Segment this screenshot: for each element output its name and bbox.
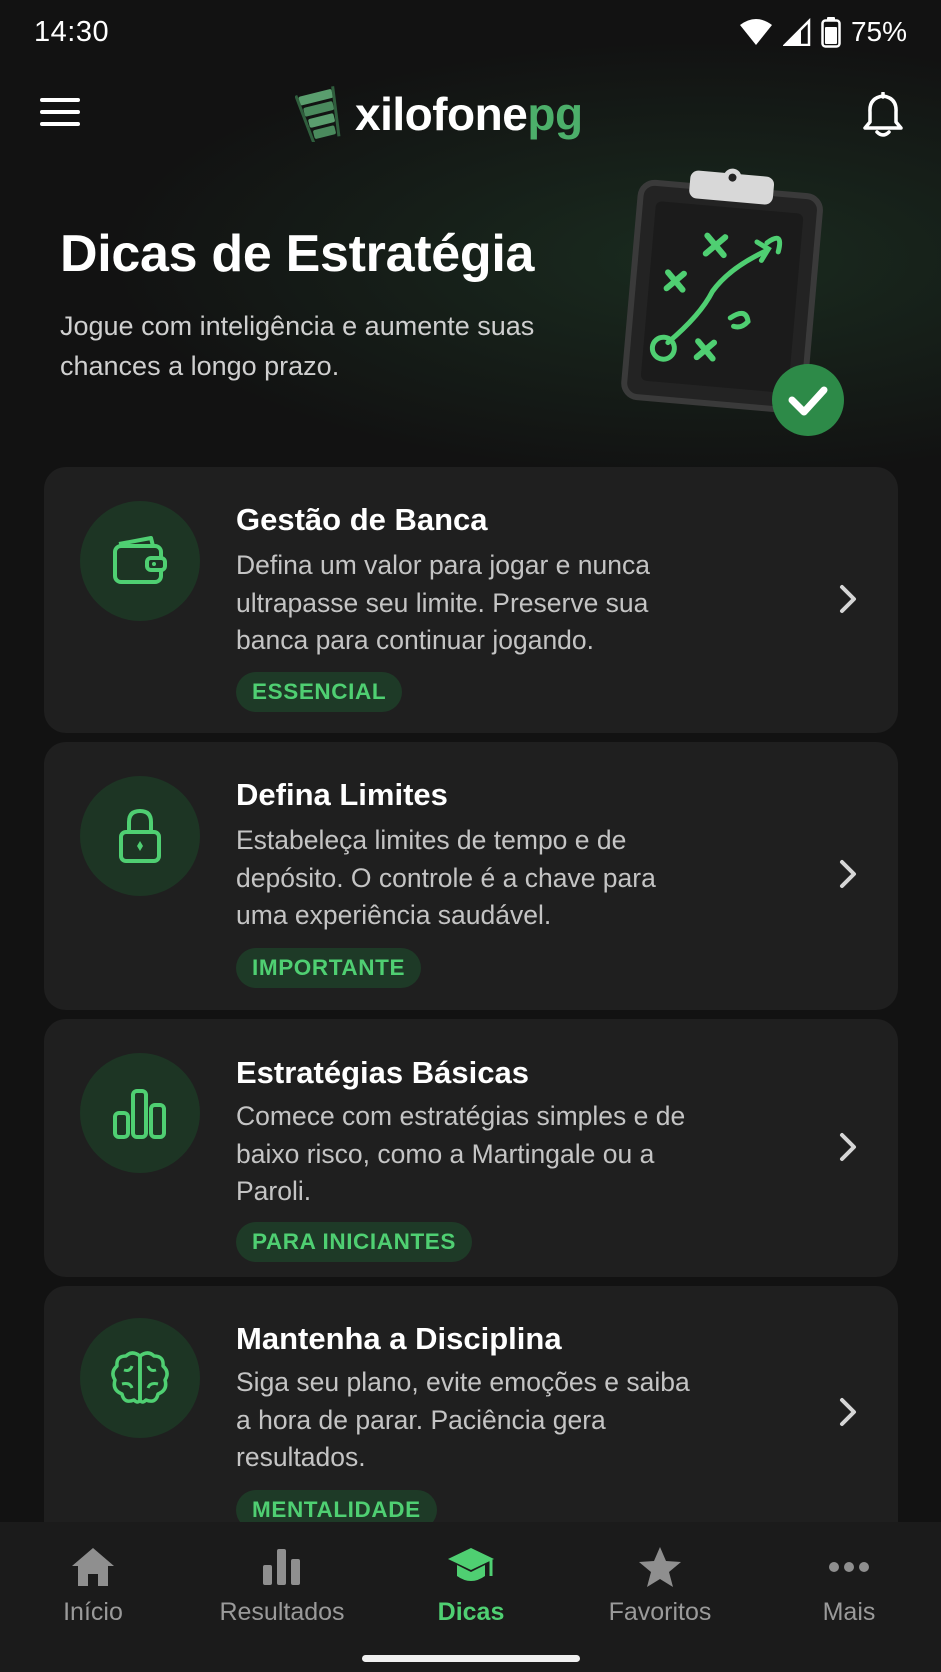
chevron-right-icon [840,1398,856,1426]
home-indicator[interactable] [362,1655,580,1662]
logo-text-accent: pg [527,88,583,140]
brain-icon [111,1351,169,1404]
menu-icon-line [40,122,80,126]
tip-card-discipline[interactable]: Mantenha a Disciplina Siga seu plano, ev… [44,1286,898,1556]
wallet-icon [113,536,167,584]
xylophone-icon [295,86,341,142]
card-title: Estratégias Básicas [236,1055,529,1090]
card-description: Defina um valor para jogar e nunca ultra… [236,550,650,655]
nav-item-inicio[interactable]: Início [13,1544,173,1644]
card-description: Siga seu plano, evite emoções e saiba a … [236,1367,690,1472]
status-time: 14:30 [34,15,110,48]
nav-label: Mais [822,1598,876,1626]
card-title: Gestão de Banca [236,502,488,537]
star-icon [634,1544,686,1590]
graduation-cap-icon [445,1544,497,1590]
nav-item-dicas[interactable]: Dicas [391,1544,551,1644]
nav-item-mais[interactable]: Mais [769,1544,929,1644]
chevron-right-icon [840,1133,856,1161]
card-icon-circle [80,1053,200,1173]
clipboard-strategy-illustration [621,168,844,436]
status-icons: 75% [739,16,907,48]
nav-item-favoritos[interactable]: Favoritos [580,1544,740,1644]
logo-text-main: xilofone [355,88,528,140]
home-icon [67,1544,119,1590]
bell-icon [863,91,903,137]
nav-label: Resultados [219,1598,345,1626]
nav-label: Início [63,1598,123,1626]
card-title: Mantenha a Disciplina [236,1321,562,1356]
tip-card-limits[interactable]: Defina Limites Estabeleça limites de tem… [44,742,898,1010]
app-logo[interactable]: xilofonepg [295,86,583,142]
bar-chart-icon [113,1089,166,1139]
lock-icon [119,808,161,863]
card-tag: IMPORTANTE [236,948,422,988]
nav-item-resultados[interactable]: Resultados [202,1544,362,1644]
notifications-button[interactable] [861,91,905,138]
more-icon [823,1544,875,1590]
card-description: Estabeleça limites de tempo e de depósit… [236,825,656,930]
menu-button[interactable] [40,98,80,130]
card-icon-circle [80,1318,200,1438]
app-bar: xilofonepg [0,76,941,156]
wifi-icon [739,19,772,45]
card-title: Defina Limites [236,777,448,812]
card-icon-circle [80,776,200,896]
card-tag: ESSENCIAL [236,672,403,712]
card-icon-circle [80,501,200,621]
signal-icon [782,18,811,46]
chevron-right-icon [840,585,856,613]
page-subtitle: Jogue com inteligência e aumente suas ch… [60,311,535,381]
menu-icon-line [40,98,80,102]
logo-text: xilofonepg [355,87,583,141]
nav-label: Dicas [437,1598,505,1626]
nav-label: Favoritos [608,1598,712,1626]
tip-card-bankroll[interactable]: Gestão de Banca Defina um valor para jog… [44,467,898,733]
battery-percentage: 75% [850,16,907,47]
tip-card-basic-strategies[interactable]: Estratégias Básicas Comece com estratégi… [44,1019,898,1277]
menu-icon-line [40,110,80,114]
chevron-right-icon [840,860,856,888]
card-description: Comece com estratégias simples e de baix… [236,1101,686,1206]
battery-icon [821,17,841,48]
card-tag: PARA INICIANTES [236,1222,473,1262]
page-title: Dicas de Estratégia [60,225,535,283]
bottom-navigation: Início Resultados Dicas Favoritos Mais [0,1522,941,1672]
status-bar: 14:30 75% [0,0,941,64]
bar-chart-icon [256,1544,308,1590]
